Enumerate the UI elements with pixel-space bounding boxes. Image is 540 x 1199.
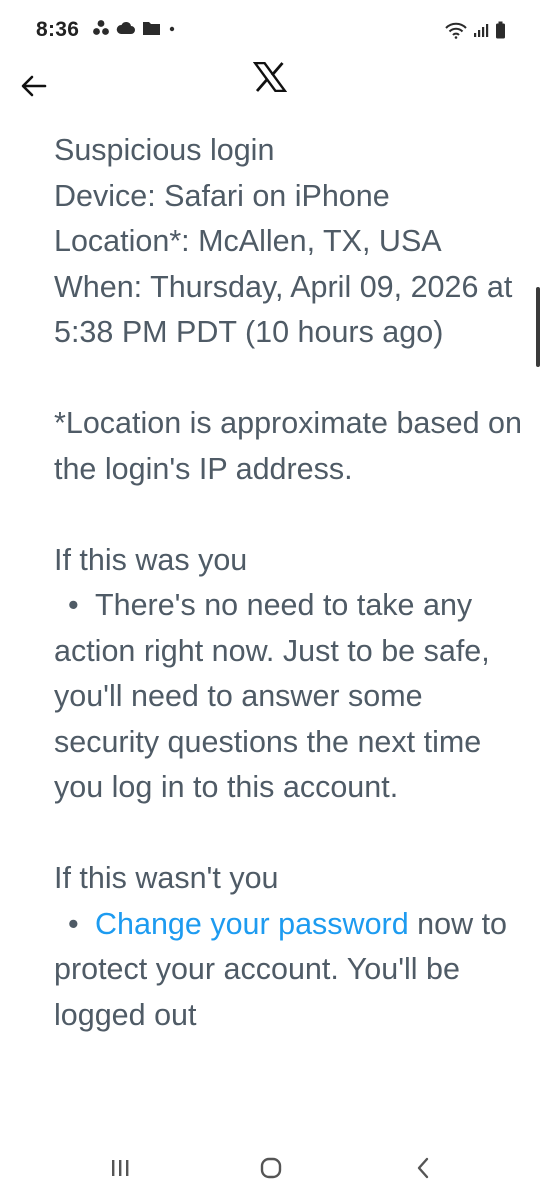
if-this-was-you-text: There's no need to take any action right… bbox=[54, 588, 490, 804]
location-note: *Location is approximate based on the lo… bbox=[54, 406, 522, 486]
home-icon bbox=[260, 1157, 282, 1179]
recents-icon bbox=[112, 1160, 129, 1176]
dot-icon bbox=[169, 26, 175, 32]
status-bar: 8:36 bbox=[0, 0, 540, 62]
nav-back-button[interactable] bbox=[403, 1151, 443, 1185]
wifi-icon bbox=[445, 22, 467, 39]
email-heading: Suspicious login bbox=[54, 133, 275, 167]
when-line: When: Thursday, April 09, 2026 at 5:38 P… bbox=[54, 269, 513, 350]
if-this-wasnt-you-heading: If this wasn't you bbox=[54, 861, 279, 895]
bullet: • bbox=[68, 588, 79, 622]
pinwheel-icon bbox=[93, 20, 109, 35]
system-nav-bar bbox=[0, 1137, 540, 1199]
bullet: • bbox=[68, 906, 79, 941]
folder-icon bbox=[143, 22, 160, 35]
back-button[interactable] bbox=[12, 64, 56, 108]
scroll-handle[interactable] bbox=[536, 287, 540, 367]
recents-button[interactable] bbox=[100, 1151, 140, 1185]
email-body: Suspicious login Device: Safari on iPhon… bbox=[54, 128, 524, 1038]
x-logo-icon bbox=[253, 62, 287, 92]
status-time: 8:36 bbox=[36, 18, 80, 41]
arrow-left-icon bbox=[21, 75, 47, 97]
app-header bbox=[0, 62, 540, 118]
if-this-was-you-heading: If this was you bbox=[54, 542, 248, 577]
cloud-icon bbox=[116, 21, 135, 34]
back-chevron-icon bbox=[417, 1157, 429, 1179]
status-left-icons bbox=[92, 19, 177, 37]
if-this-wasnt-you-bullet: • Change your password now to protect you… bbox=[54, 902, 524, 1039]
device-line: Device: Safari on iPhone bbox=[54, 178, 390, 213]
status-right-icons bbox=[445, 21, 506, 39]
battery-icon bbox=[496, 21, 505, 39]
if-this-was-you-bullet: • There's no need to take any action righ… bbox=[54, 583, 524, 811]
signal-icon bbox=[474, 24, 489, 37]
home-button[interactable] bbox=[251, 1151, 291, 1185]
change-password-link[interactable]: Change your password bbox=[95, 907, 409, 941]
location-line: Location*: McAllen, TX, USA bbox=[54, 224, 442, 258]
